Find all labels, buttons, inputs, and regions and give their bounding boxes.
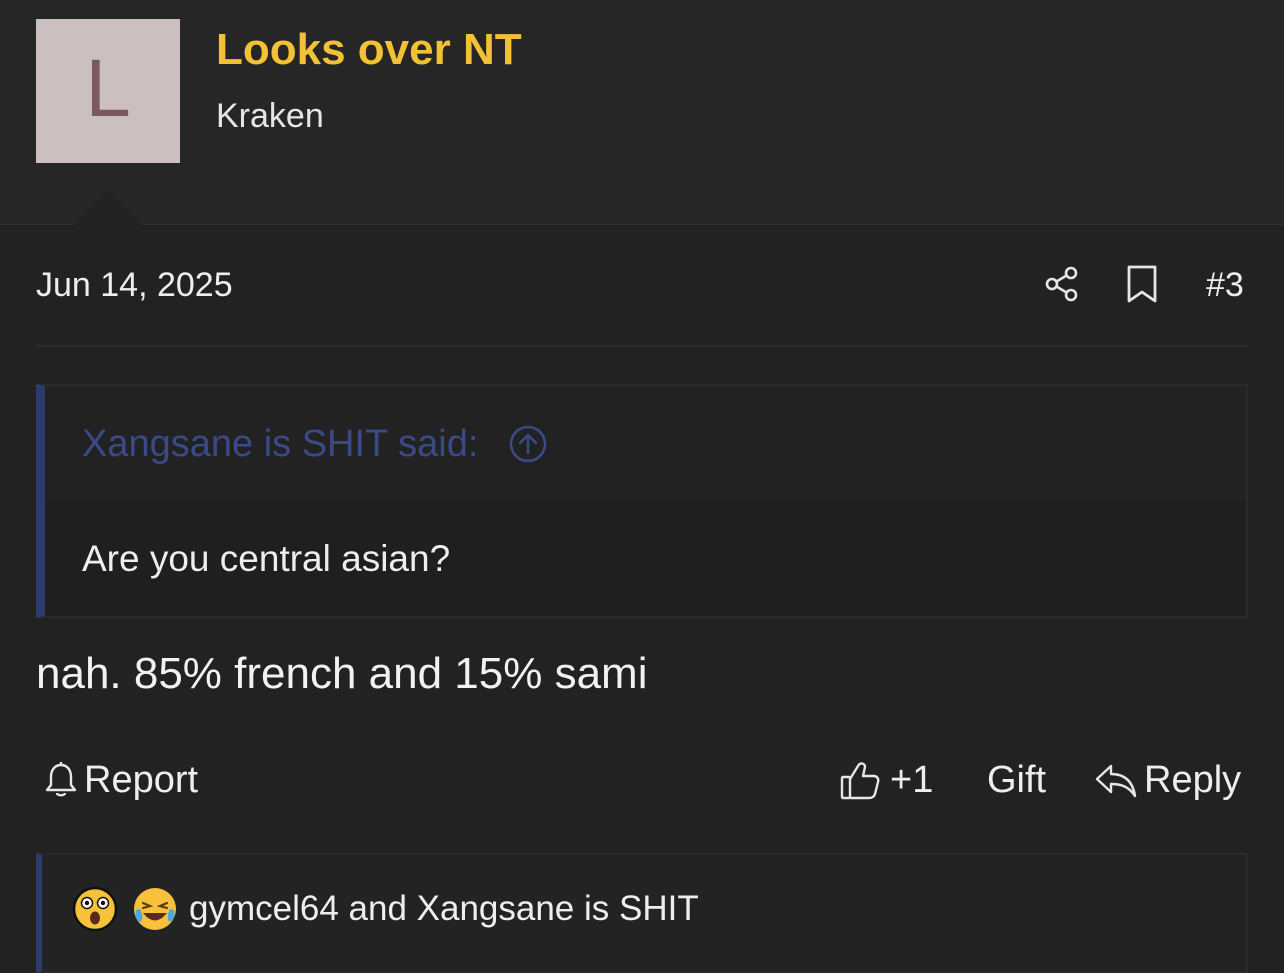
reply-button[interactable]: Reply [1094, 756, 1241, 804]
gift-label: Gift [987, 758, 1047, 801]
gift-button[interactable]: Gift [987, 756, 1046, 804]
report-label: Report [84, 758, 199, 801]
like-button[interactable]: +1 [838, 756, 933, 804]
report-button[interactable]: Report [42, 756, 198, 804]
author-title: Kraken [216, 97, 324, 135]
avatar-letter: L [85, 43, 131, 134]
crying-laughing-face-icon [134, 888, 176, 930]
avatar[interactable]: L [36, 19, 180, 163]
header-pointer [74, 191, 142, 225]
post-message: nah. 85% french and 15% sami [36, 649, 648, 698]
post-date[interactable]: Jun 14, 2025 [36, 268, 233, 302]
quote-block [36, 384, 1248, 618]
user-header: L Looks over NT Kraken [0, 0, 1284, 225]
quote-text: Are you central asian? [82, 538, 451, 579]
quote-author-link[interactable]: Xangsane is SHIT said: [82, 425, 478, 463]
reply-label: Reply [1144, 758, 1242, 801]
bookmark-icon[interactable] [1124, 264, 1160, 304]
arrow-up-circle-icon[interactable] [508, 424, 548, 464]
like-count: +1 [890, 758, 934, 801]
post-number-link[interactable]: #3 [1206, 268, 1244, 302]
bell-icon [45, 762, 77, 797]
reaction-users[interactable]: gymcel64 and Xangsane is SHIT [189, 891, 699, 926]
astonished-face-icon [72, 886, 118, 932]
reply-arrow-icon [1095, 764, 1137, 798]
share-icon[interactable] [1042, 264, 1082, 304]
author-name[interactable]: Looks over NT [216, 28, 522, 72]
thumbs-up-icon [840, 762, 880, 800]
meta-divider [36, 345, 1248, 347]
